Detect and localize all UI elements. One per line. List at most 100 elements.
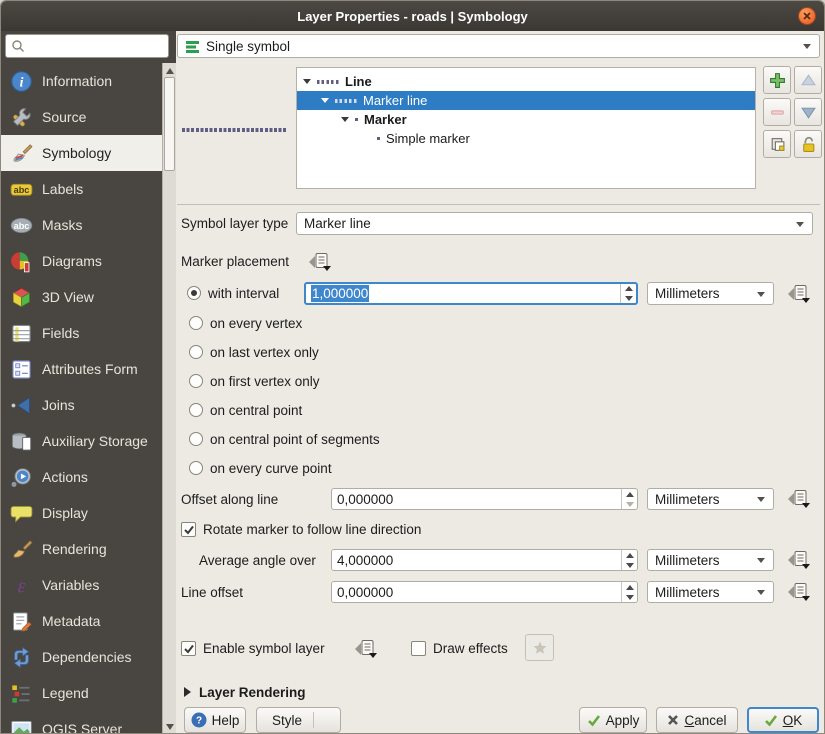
effects-options-button[interactable]	[525, 634, 554, 661]
cross-icon	[667, 714, 679, 726]
on-central-point-of-segments-label: on central point of segments	[210, 432, 380, 447]
symbol-preview	[182, 128, 287, 132]
sidebar-item-source[interactable]: Source	[1, 99, 162, 135]
marker-line-icon	[335, 99, 357, 103]
move-down-button[interactable]	[794, 98, 822, 126]
cancel-label: Cancel	[684, 713, 726, 728]
data-defined-override-icon[interactable]	[786, 550, 812, 570]
sidebar-item-actions[interactable]: Actions	[1, 459, 162, 495]
interval-unit-combo[interactable]: Millimeters	[647, 282, 774, 305]
average-angle-over-unit: Millimeters	[655, 553, 720, 568]
fields-icon	[10, 322, 33, 345]
sidebar-item-label: Masks	[42, 217, 82, 233]
cancel-button[interactable]: Cancel	[656, 707, 738, 733]
chevron-down-icon	[803, 44, 811, 49]
spin-up-icon[interactable]	[622, 550, 637, 560]
line-offset-unit-combo[interactable]: Millimeters	[647, 581, 774, 603]
tree-row-label: Marker	[364, 112, 407, 127]
offset-along-line-spinbox[interactable]: 0,000000	[331, 488, 638, 510]
tree-row-marker-line[interactable]: Marker line	[297, 91, 755, 110]
expand-arrow-icon[interactable]	[321, 98, 329, 103]
sidebar-item-labels[interactable]: abc Labels	[1, 171, 162, 207]
scroll-down-icon[interactable]	[166, 724, 174, 730]
lock-colors-button[interactable]	[794, 130, 822, 158]
tree-row-line[interactable]: Line	[297, 72, 755, 91]
sidebar-item-display[interactable]: Display	[1, 495, 162, 531]
expander-arrow-icon[interactable]	[184, 687, 191, 697]
data-defined-override-icon[interactable]	[307, 252, 333, 272]
remove-symbol-layer-button[interactable]	[763, 98, 791, 126]
tree-row-marker[interactable]: Marker	[297, 110, 755, 129]
ok-button[interactable]: OK	[747, 707, 819, 733]
spin-down-icon[interactable]	[622, 592, 637, 602]
draw-effects-label: Draw effects	[433, 641, 508, 656]
tree-row-simple-marker[interactable]: Simple marker	[297, 129, 755, 148]
spin-up-icon[interactable]	[621, 284, 636, 294]
line-offset-unit: Millimeters	[655, 585, 720, 600]
marker-icon	[377, 137, 380, 140]
spin-down-icon[interactable]	[621, 294, 636, 304]
average-angle-over-unit-combo[interactable]: Millimeters	[647, 549, 774, 571]
sidebar-item-3d-view[interactable]: 3D View	[1, 279, 162, 315]
with-interval-radio[interactable]	[187, 286, 201, 300]
average-angle-over-spinbox[interactable]: 4,000000	[331, 549, 638, 571]
spin-up-icon[interactable]	[622, 582, 637, 592]
sidebar-item-label: 3D View	[42, 289, 94, 305]
spin-up-icon[interactable]	[622, 489, 637, 499]
data-defined-override-icon[interactable]	[786, 582, 812, 602]
sidebar-item-masks[interactable]: abc Masks	[1, 207, 162, 243]
with-interval-label: with interval	[208, 286, 279, 301]
data-defined-override-icon[interactable]	[786, 489, 812, 509]
renderer-combo[interactable]: Single symbol	[177, 34, 820, 58]
apply-button[interactable]: Apply	[579, 707, 647, 733]
on-central-point-of-segments-radio[interactable]	[189, 432, 203, 446]
enable-symbol-layer-checkbox[interactable]	[181, 641, 196, 656]
expand-arrow-icon[interactable]	[303, 79, 311, 84]
expand-arrow-icon[interactable]	[341, 117, 349, 122]
layer-rendering-expander[interactable]: Layer Rendering	[199, 685, 306, 700]
sidebar-item-symbology[interactable]: Symbology	[1, 135, 162, 171]
star-icon	[532, 640, 548, 656]
sidebar-item-information[interactable]: i Information	[1, 63, 162, 99]
search-input[interactable]	[25, 39, 155, 54]
sidebar-scrollbar[interactable]	[162, 63, 176, 734]
sidebar-item-auxiliary-storage[interactable]: Auxiliary Storage	[1, 423, 162, 459]
on-every-curve-point-radio[interactable]	[189, 461, 203, 475]
sidebar-item-joins[interactable]: Joins	[1, 387, 162, 423]
sidebar-item-rendering[interactable]: Rendering	[1, 531, 162, 567]
sidebar-item-qgis-server[interactable]: QGIS Server	[1, 711, 162, 734]
on-last-vertex-only-radio[interactable]	[189, 345, 203, 359]
symbol-layer-type-combo[interactable]: Marker line	[296, 212, 813, 235]
interval-spinbox[interactable]: 1,000000	[304, 282, 638, 305]
on-every-vertex-radio[interactable]	[189, 316, 203, 330]
style-button[interactable]: Style	[256, 707, 341, 733]
sidebar-item-dependencies[interactable]: Dependencies	[1, 639, 162, 675]
duplicate-symbol-layer-button[interactable]	[763, 130, 791, 158]
offset-along-line-unit-combo[interactable]: Millimeters	[647, 488, 774, 510]
sidebar-item-diagrams[interactable]: Diagrams	[1, 243, 162, 279]
draw-effects-checkbox[interactable]	[411, 641, 426, 656]
help-button[interactable]: ? Help	[184, 707, 246, 733]
spin-down-icon[interactable]	[622, 499, 637, 509]
move-up-button[interactable]	[794, 66, 822, 94]
scroll-up-icon[interactable]	[166, 68, 174, 74]
data-defined-override-icon[interactable]	[353, 639, 379, 659]
data-defined-override-icon[interactable]	[786, 284, 812, 304]
symbology-icon	[10, 142, 33, 165]
on-first-vertex-only-radio[interactable]	[189, 374, 203, 388]
search-icon	[11, 39, 25, 53]
on-central-point-radio[interactable]	[189, 403, 203, 417]
scrollbar-thumb[interactable]	[164, 77, 175, 171]
line-offset-spinbox[interactable]: 0,000000	[331, 581, 638, 603]
sidebar-item-metadata[interactable]: Metadata	[1, 603, 162, 639]
spin-down-icon[interactable]	[622, 560, 637, 570]
add-symbol-layer-button[interactable]	[763, 66, 791, 94]
sidebar-item-variables[interactable]: ε Variables	[1, 567, 162, 603]
close-button[interactable]	[798, 7, 816, 25]
sidebar-item-legend[interactable]: Legend	[1, 675, 162, 711]
metadata-icon	[10, 610, 33, 633]
svg-text:abc: abc	[14, 220, 30, 230]
sidebar-item-attributes-form[interactable]: Attributes Form	[1, 351, 162, 387]
sidebar-item-fields[interactable]: Fields	[1, 315, 162, 351]
rotate-marker-checkbox[interactable]	[181, 522, 196, 537]
